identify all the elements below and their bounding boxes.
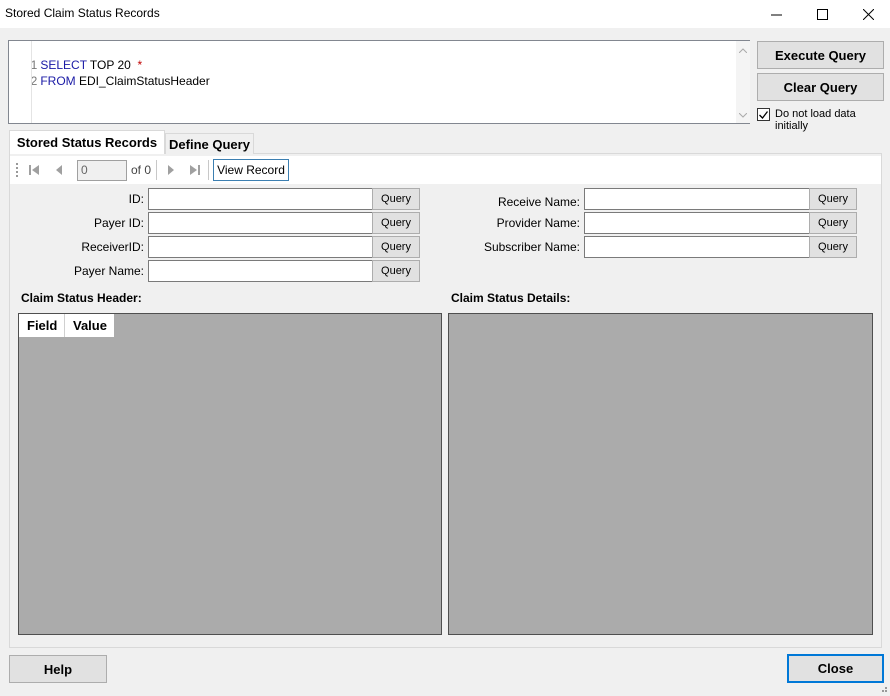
receive-name-label: Receive Name: [497,195,580,209]
toolbar-separator [156,160,157,180]
execute-query-button[interactable]: Execute Query [757,41,884,69]
receive-name-query-button[interactable]: Query [809,188,857,210]
subscriber-name-label: Subscriber Name: [483,240,580,254]
scroll-up-button[interactable] [736,43,750,57]
clear-query-button[interactable]: Clear Query [757,73,884,101]
checkmark-icon [759,110,768,119]
close-icon [862,8,874,20]
close-window-button[interactable] [845,0,890,28]
sql-editor[interactable]: 1 SELECT TOP 20 * 2 FROM EDI_ClaimStatusHe… [8,40,750,124]
tab-define-query[interactable]: Define Query [165,133,254,154]
close-button[interactable]: Close [787,654,884,683]
claim-status-header-title: Claim Status Header: [21,291,142,305]
maximize-button[interactable] [799,0,845,28]
move-last-button[interactable] [186,161,204,179]
help-button[interactable]: Help [9,655,107,683]
previous-record-icon [56,165,62,175]
window-title: Stored Claim Status Records [5,6,160,20]
id-label: ID: [128,192,144,206]
resize-grip[interactable] [878,682,888,692]
record-count-label: of 0 [131,163,152,177]
claim-status-header-grid[interactable] [18,313,442,635]
receiver-id-query-button[interactable]: Query [372,236,420,258]
subscriber-name-input[interactable] [584,236,810,258]
provider-name-query-button[interactable]: Query [809,212,857,234]
code-line-2: 2 FROM EDI_ClaimStatusHeader [9,57,210,88]
last-record-icon [190,165,200,175]
toolbar-separator [208,160,209,180]
minimize-icon [770,14,782,15]
move-next-button[interactable] [162,161,180,179]
id-input[interactable] [148,188,373,210]
grip-icon [16,163,18,177]
payer-name-query-button[interactable]: Query [372,260,420,282]
toolbar-grip[interactable] [15,162,19,178]
next-record-icon [168,165,174,175]
grid-column-headers: Field Value [19,314,114,337]
payer-id-input[interactable] [148,212,373,234]
no-load-checkbox[interactable] [757,108,770,121]
column-header-field[interactable]: Field [19,314,65,337]
resize-grip-icon [882,687,887,692]
position-input[interactable]: 0 [77,160,127,181]
subscriber-name-query-button[interactable]: Query [809,236,857,258]
no-load-label: Do not load data initially [775,108,856,132]
minimize-button[interactable] [753,0,799,28]
receiver-id-label: ReceiverID: [81,240,144,254]
scroll-down-button[interactable] [736,108,750,122]
id-query-button[interactable]: Query [372,188,420,210]
receive-name-input[interactable] [584,188,810,210]
payer-id-label: Payer ID: [93,216,144,230]
column-header-value[interactable]: Value [65,314,114,337]
chevron-down-icon [739,112,747,118]
move-previous-button[interactable] [50,161,68,179]
view-record-button[interactable]: View Record [213,159,289,181]
editor-scrollbar[interactable] [736,41,750,123]
receiver-id-input[interactable] [148,236,373,258]
gutter-divider [31,41,32,123]
claim-status-details-grid[interactable] [448,313,873,635]
maximize-icon [816,8,828,20]
chevron-up-icon [739,47,747,53]
code-line-1: 1 SELECT TOP 20 * [9,41,143,72]
claim-status-details-title: Claim Status Details: [451,291,571,305]
sql-text: EDI_ClaimStatusHeader [75,74,210,88]
provider-name-input[interactable] [584,212,810,234]
payer-id-query-button[interactable]: Query [372,212,420,234]
payer-name-input[interactable] [148,260,373,282]
move-first-button[interactable] [25,161,43,179]
tab-stored-status-records[interactable]: Stored Status Records [9,130,165,154]
sql-keyword: FROM [40,74,76,88]
provider-name-label: Provider Name: [496,216,580,230]
first-record-icon [29,165,39,175]
payer-name-label: Payer Name: [73,264,144,278]
